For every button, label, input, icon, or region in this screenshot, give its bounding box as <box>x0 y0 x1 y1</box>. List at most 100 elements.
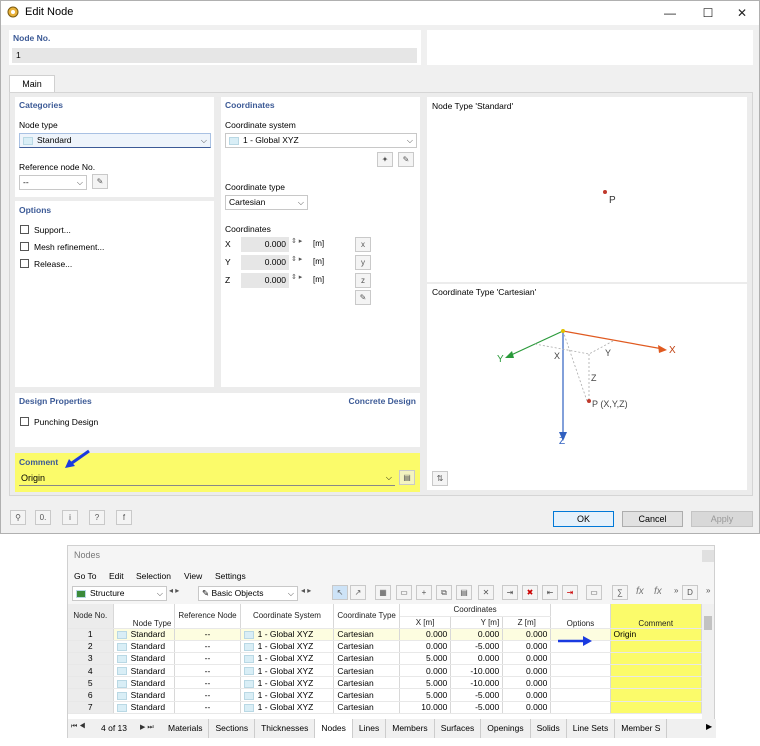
col-y[interactable]: Y [m] <box>450 616 504 629</box>
row-coord-system[interactable]: 1 - Global XYZ <box>240 640 335 653</box>
row-options[interactable] <box>550 676 611 690</box>
row-no[interactable]: 5 <box>68 676 114 690</box>
minimize-icon[interactable]: — <box>655 3 685 23</box>
row-y[interactable]: 0.000 <box>450 628 504 641</box>
row-ref-node[interactable]: -- <box>174 664 241 678</box>
row-z[interactable]: 0.000 <box>502 652 552 666</box>
row-node-type[interactable]: Standard <box>113 676 176 690</box>
sheet-tab-nodes[interactable]: Nodes <box>315 719 353 738</box>
sheet-tab-thicknesses[interactable]: Thicknesses <box>255 719 316 738</box>
row-no[interactable]: 1 <box>68 628 114 641</box>
row-coord-system[interactable]: 1 - Global XYZ <box>240 652 335 666</box>
row-coord-type[interactable]: Cartesian <box>333 676 400 690</box>
row-y[interactable]: -5.000 <box>450 701 504 714</box>
table-row[interactable]: 7 Standard -- 1 - Global XYZ Cartesian 10.000… <box>68 701 702 714</box>
coord-system-select[interactable]: 1 - Global XYZ ⌵ <box>225 133 417 148</box>
row-y[interactable]: 0.000 <box>450 652 504 666</box>
scroll-tabs-icon[interactable]: ▶ <box>706 722 712 731</box>
window-icon[interactable]: ▭ <box>586 585 602 600</box>
row-node-type[interactable]: Standard <box>113 652 176 666</box>
delete-icon[interactable]: ✕ <box>478 585 494 600</box>
basic-objects-select[interactable]: ✎ Basic Objects ⌵ <box>198 586 298 601</box>
insert-left-icon[interactable]: ⇤ <box>542 585 558 600</box>
row-x[interactable]: 5.000 <box>399 652 452 666</box>
pick-x-icon[interactable]: x <box>355 237 371 252</box>
export-icon[interactable]: ⇥ <box>502 585 518 600</box>
row-node-type[interactable]: Standard <box>113 628 176 641</box>
x-coord-input[interactable]: 0.000 <box>241 237 289 252</box>
row-node-type[interactable]: Standard <box>113 664 176 678</box>
table-row[interactable]: 6 Standard -- 1 - Global XYZ Cartesian 5.000 -… <box>68 688 702 702</box>
row-options[interactable] <box>550 688 611 702</box>
menu-goto[interactable]: Go To <box>74 571 97 581</box>
row-coord-system[interactable]: 1 - Global XYZ <box>240 701 335 714</box>
row-comment[interactable] <box>610 676 702 690</box>
col-node-no[interactable]: Node No. <box>68 604 114 629</box>
menu-selection[interactable]: Selection <box>136 571 171 581</box>
row-z[interactable]: 0.000 <box>502 640 552 653</box>
row-node-type[interactable]: Standard <box>113 688 176 702</box>
pick-node-icon[interactable]: ✎ <box>92 174 108 189</box>
row-no[interactable]: 2 <box>68 640 114 653</box>
cancel-button[interactable]: Cancel <box>622 511 683 527</box>
first-prev-icon[interactable]: ⏮ ◀ <box>71 723 86 731</box>
row-no[interactable]: 6 <box>68 688 114 702</box>
row-options[interactable] <box>550 664 611 678</box>
row-node-type[interactable]: Standard <box>113 701 176 714</box>
switch-preview-icon[interactable]: ⇅ <box>432 471 448 486</box>
prev-next-icon[interactable]: ◂ ▸ <box>169 586 179 595</box>
table-row[interactable]: 3 Standard -- 1 - Global XYZ Cartesian 5.000 0… <box>68 652 702 666</box>
x-stepper-icon[interactable]: ⇕ ▸ <box>291 237 302 245</box>
pick-y-icon[interactable]: y <box>355 255 371 270</box>
edit-coord-system-icon[interactable]: ✎ <box>398 152 414 167</box>
menu-settings[interactable]: Settings <box>215 571 246 581</box>
fx-icon[interactable]: fx <box>636 586 644 597</box>
row-coord-type[interactable]: Cartesian <box>333 628 400 641</box>
fx-toggle-icon[interactable]: fx <box>654 586 662 597</box>
number-format-icon[interactable]: D <box>682 585 698 600</box>
remove-icon[interactable]: ✖ <box>522 585 538 600</box>
row-no[interactable]: 4 <box>68 664 114 678</box>
row-comment[interactable] <box>610 640 702 653</box>
prev-next-icon[interactable]: ◂ ▸ <box>301 586 311 595</box>
table-row[interactable]: 5 Standard -- 1 - Global XYZ Cartesian 5.000 -… <box>68 676 702 690</box>
row-z[interactable]: 0.000 <box>502 664 552 678</box>
sheet-tab-member-s[interactable]: Member S <box>615 719 668 738</box>
pick-icon[interactable]: ↗ <box>350 585 366 600</box>
row-x[interactable]: 5.000 <box>399 688 452 702</box>
table-icon[interactable]: ▦ <box>375 585 391 600</box>
close-icon[interactable] <box>702 550 714 562</box>
close-icon[interactable]: ✕ <box>727 3 757 23</box>
row-z[interactable]: 0.000 <box>502 628 552 641</box>
function-icon[interactable]: f <box>116 510 132 525</box>
node-type-select[interactable]: Standard ⌵ <box>19 133 211 148</box>
col-options[interactable]: Options <box>550 604 611 629</box>
more-icon[interactable]: » <box>674 586 678 595</box>
row-x[interactable]: 5.000 <box>399 676 452 690</box>
row-node-type[interactable]: Standard <box>113 640 176 653</box>
row-comment[interactable] <box>610 664 702 678</box>
support-checkbox[interactable] <box>20 225 29 234</box>
row-z[interactable]: 0.000 <box>502 688 552 702</box>
formula-icon[interactable]: ∑ <box>612 585 628 600</box>
more-icon[interactable]: » <box>706 586 710 595</box>
y-coord-input[interactable]: 0.000 <box>241 255 289 270</box>
row-coord-system[interactable]: 1 - Global XYZ <box>240 664 335 678</box>
sheet-tab-lines[interactable]: Lines <box>353 719 387 738</box>
insert-right-icon[interactable]: ⇥ <box>562 585 578 600</box>
ref-node-select[interactable]: -- ⌵ <box>19 175 87 190</box>
row-coord-type[interactable]: Cartesian <box>333 664 400 678</box>
row-ref-node[interactable]: -- <box>174 701 241 714</box>
z-coord-input[interactable]: 0.000 <box>241 273 289 288</box>
help-icon[interactable]: ? <box>89 510 105 525</box>
punching-design-checkbox[interactable] <box>20 417 29 426</box>
copy-icon[interactable]: ⧉ <box>436 585 452 600</box>
col-node-type[interactable]: Node Type <box>113 604 176 629</box>
sheet-tab-line-sets[interactable]: Line Sets <box>567 719 616 738</box>
apply-button[interactable]: Apply <box>691 511 753 527</box>
search-icon[interactable]: ⚲ <box>10 510 26 525</box>
sheet-tab-openings[interactable]: Openings <box>481 719 531 738</box>
col-coord-system[interactable]: Coordinate System <box>240 604 335 629</box>
table-row[interactable]: 2 Standard -- 1 - Global XYZ Cartesian 0.000 -… <box>68 640 702 653</box>
row-y[interactable]: -5.000 <box>450 688 504 702</box>
